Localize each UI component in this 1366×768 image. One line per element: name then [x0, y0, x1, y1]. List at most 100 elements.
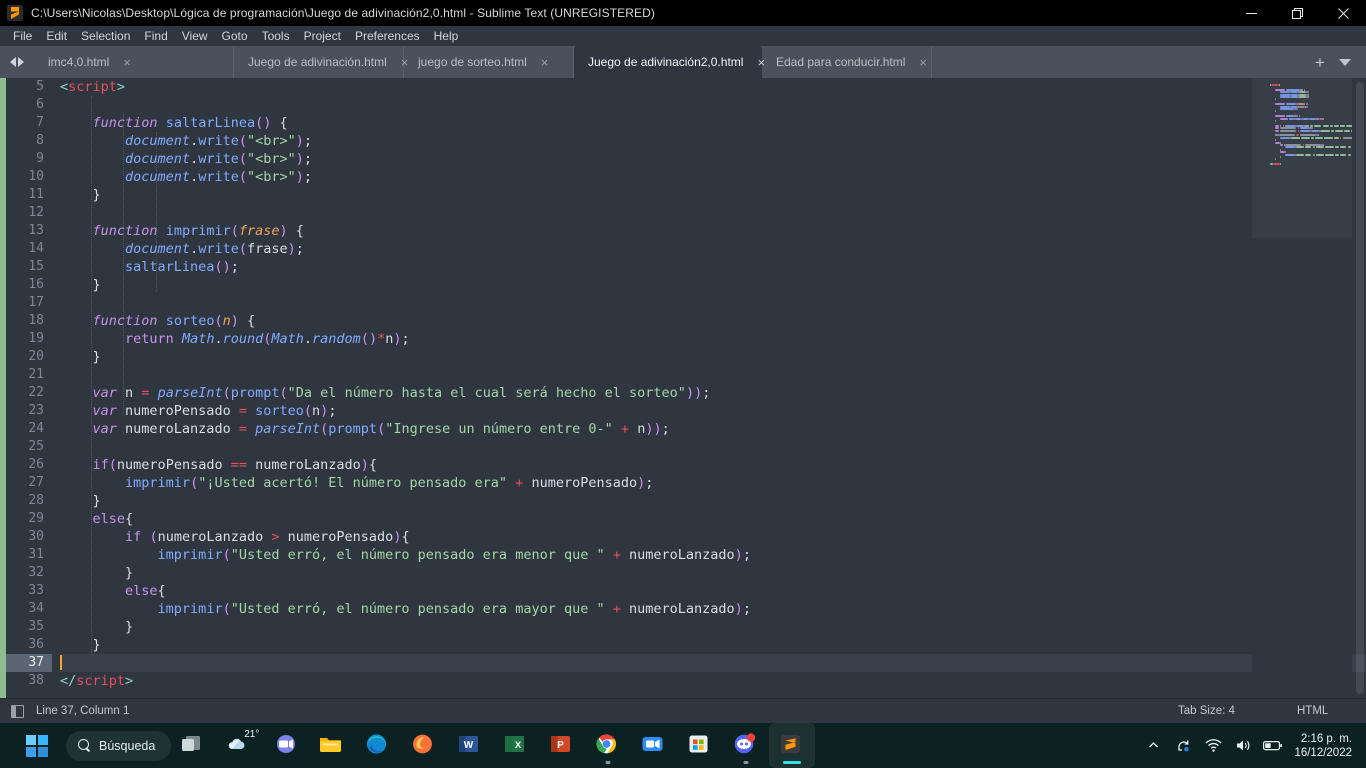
code-line[interactable]: 24 var numeroLanzado = parseInt(prompt("…: [6, 420, 1366, 438]
code-line[interactable]: 35 }: [6, 618, 1366, 636]
vertical-scrollbar[interactable]: [1356, 82, 1364, 694]
code-line[interactable]: 8 document.write("<br>");: [6, 132, 1366, 150]
code-line[interactable]: 9 document.write("<br>");: [6, 150, 1366, 168]
code-line[interactable]: 13 function imprimir(frase) {: [6, 222, 1366, 240]
code-text[interactable]: return Math.round(Math.random()*n);: [60, 330, 1366, 348]
minimap[interactable]: [1252, 78, 1352, 698]
editor-tab[interactable]: imc4,0.html ×: [34, 46, 234, 78]
onedrive-sync-icon[interactable]: [1168, 723, 1198, 768]
code-line[interactable]: 25: [6, 438, 1366, 456]
code-line[interactable]: 7 function saltarLinea() {: [6, 114, 1366, 132]
start-button[interactable]: [14, 723, 60, 768]
menu-item-view[interactable]: View: [175, 27, 215, 45]
code-text[interactable]: [60, 294, 1366, 312]
clock[interactable]: 2:16 p. m. 16/12/2022: [1288, 732, 1356, 760]
code-text[interactable]: [60, 96, 1366, 114]
code-line[interactable]: 32 }: [6, 564, 1366, 582]
code-text[interactable]: [60, 654, 1366, 672]
taskbar-item-weather[interactable]: 21°: [217, 723, 263, 768]
code-text[interactable]: if(numeroPensado == numeroLanzado){: [60, 456, 1366, 474]
editor-tab-active[interactable]: Juego de adivinación2,0.html ×: [574, 46, 765, 78]
code-line[interactable]: 30 if (numeroLanzado > numeroPensado){: [6, 528, 1366, 546]
editor-tab[interactable]: Edad para conducir.html ×: [762, 46, 932, 78]
taskbar-item-sublime-text[interactable]: [769, 723, 816, 768]
code-line[interactable]: 14 document.write(frase);: [6, 240, 1366, 258]
code-line[interactable]: 27 imprimir("¡Usted acertó! El número pe…: [6, 474, 1366, 492]
menu-item-find[interactable]: Find: [137, 27, 174, 45]
code-line[interactable]: 37: [6, 654, 1366, 672]
search-button[interactable]: Búsqueda: [66, 730, 172, 761]
code-text[interactable]: imprimir("Usted erró, el número pensado …: [60, 546, 1366, 564]
taskbar-item-excel[interactable]: X: [493, 723, 539, 768]
code-line[interactable]: 26 if(numeroPensado == numeroLanzado){: [6, 456, 1366, 474]
code-line[interactable]: 22 var n = parseInt(prompt("Da el número…: [6, 384, 1366, 402]
taskbar-item-microsoft-edge[interactable]: [355, 723, 401, 768]
taskbar-item-file-explorer[interactable]: [309, 723, 355, 768]
code-text[interactable]: document.write("<br>");: [60, 132, 1366, 150]
syntax-mode-status[interactable]: HTML: [1297, 699, 1328, 724]
cursor-position-status[interactable]: Line 37, Column 1: [36, 705, 129, 717]
taskbar-item-zoom[interactable]: [631, 723, 677, 768]
editor-tab[interactable]: juego de sorteo.html ×: [404, 46, 574, 78]
tab-close-icon[interactable]: ×: [919, 56, 927, 69]
code-text[interactable]: [60, 438, 1366, 456]
tab-scroll-controls[interactable]: [0, 46, 34, 78]
taskbar-item-firefox[interactable]: [401, 723, 447, 768]
chevron-left-icon[interactable]: [10, 57, 16, 67]
code-text[interactable]: [60, 204, 1366, 222]
tab-close-icon[interactable]: ×: [541, 56, 549, 69]
editor-tab[interactable]: Juego de adivinación.html ×: [234, 46, 408, 78]
menu-item-goto[interactable]: Goto: [215, 27, 255, 45]
code-line[interactable]: 23 var numeroPensado = sorteo(n);: [6, 402, 1366, 420]
minimize-button[interactable]: [1228, 0, 1274, 26]
code-line[interactable]: 11 }: [6, 186, 1366, 204]
code-text[interactable]: saltarLinea();: [60, 258, 1366, 276]
battery-icon[interactable]: [1258, 723, 1288, 768]
code-line[interactable]: 19 return Math.round(Math.random()*n);: [6, 330, 1366, 348]
code-text[interactable]: }: [60, 186, 1366, 204]
code-line[interactable]: 34 imprimir("Usted erró, el número pensa…: [6, 600, 1366, 618]
tab-menu-chevron-down-icon[interactable]: [1338, 58, 1351, 66]
code-line[interactable]: 20 }: [6, 348, 1366, 366]
code-line[interactable]: 10 document.write("<br>");: [6, 168, 1366, 186]
code-content[interactable]: 5 <script> 6 7 function saltarLinea() {8 do…: [6, 78, 1366, 698]
code-text[interactable]: function saltarLinea() {: [60, 114, 1366, 132]
code-text[interactable]: else{: [60, 510, 1366, 528]
tab-size-status[interactable]: Tab Size: 4: [1178, 699, 1235, 724]
code-text[interactable]: document.write("<br>");: [60, 150, 1366, 168]
menu-item-file[interactable]: File: [6, 27, 39, 45]
taskbar-item-discord[interactable]: [723, 723, 769, 768]
taskbar-item-microsoft-store[interactable]: [677, 723, 723, 768]
code-line[interactable]: 31 imprimir("Usted erró, el número pensa…: [6, 546, 1366, 564]
minimap-viewport[interactable]: [1252, 78, 1352, 238]
code-text[interactable]: function sorteo(n) {: [60, 312, 1366, 330]
menu-item-tools[interactable]: Tools: [255, 27, 297, 45]
code-text[interactable]: [60, 366, 1366, 384]
maximize-button[interactable]: [1274, 0, 1320, 26]
code-text[interactable]: }: [60, 636, 1366, 654]
code-line[interactable]: 17: [6, 294, 1366, 312]
code-line[interactable]: 6: [6, 96, 1366, 114]
code-text[interactable]: imprimir("¡Usted acertó! El número pensa…: [60, 474, 1366, 492]
menu-item-help[interactable]: Help: [427, 27, 466, 45]
code-line[interactable]: 16 }: [6, 276, 1366, 294]
code-text[interactable]: }: [60, 348, 1366, 366]
taskbar-item-teams[interactable]: [263, 723, 309, 768]
menu-item-selection[interactable]: Selection: [74, 27, 137, 45]
code-line[interactable]: 18 function sorteo(n) {: [6, 312, 1366, 330]
code-line[interactable]: 15 saltarLinea();: [6, 258, 1366, 276]
code-line[interactable]: 29 else{: [6, 510, 1366, 528]
taskbar-item-powerpoint[interactable]: P: [539, 723, 585, 768]
menu-item-edit[interactable]: Edit: [39, 27, 74, 45]
code-line[interactable]: 12: [6, 204, 1366, 222]
speaker-icon[interactable]: [1228, 723, 1258, 768]
code-text[interactable]: }: [60, 618, 1366, 636]
tab-close-icon[interactable]: ×: [123, 56, 131, 69]
code-text[interactable]: </script>: [60, 672, 1366, 690]
code-text[interactable]: var numeroLanzado = parseInt(prompt("Ing…: [60, 420, 1366, 438]
code-line[interactable]: 5 <script>: [6, 78, 1366, 96]
code-text[interactable]: }: [60, 564, 1366, 582]
chevron-right-icon[interactable]: [18, 57, 24, 67]
code-text[interactable]: imprimir("Usted erró, el número pensado …: [60, 600, 1366, 618]
menu-item-project[interactable]: Project: [297, 27, 348, 45]
